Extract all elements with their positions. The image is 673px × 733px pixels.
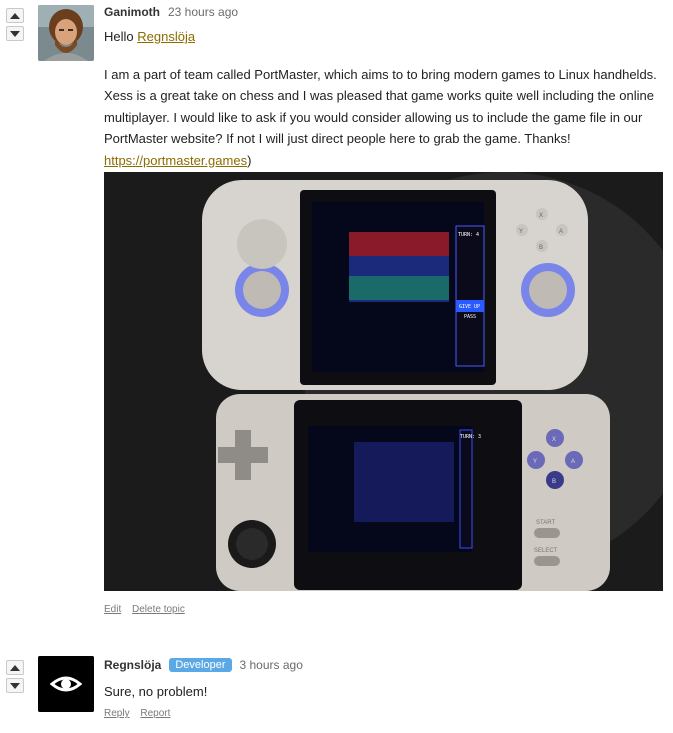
top-button-a: A (559, 229, 563, 235)
mention-link[interactable]: Regnslöja (137, 29, 195, 44)
upvote-button[interactable] (6, 8, 24, 23)
arrow-down-icon (10, 30, 20, 37)
bottom-hud-turn: TURN: 3 (460, 434, 481, 440)
delete-topic-link[interactable]: Delete topic (132, 604, 185, 615)
bottom-select-label: SELECT (534, 548, 558, 554)
bottom-button-a: A (571, 459, 575, 465)
attached-photo[interactable]: TURN: 4 GIVE UP PASS X Y A B TURN: 3 X Y… (104, 172, 663, 591)
arrow-down-icon (10, 682, 20, 689)
greeting: Hello (104, 29, 134, 44)
comment-body: Sure, no problem! (104, 681, 664, 713)
comment-header: Ganimoth 23 hours ago (104, 5, 238, 19)
link-suffix: ) (247, 152, 252, 168)
developer-badge: Developer (169, 658, 232, 672)
top-button-y: Y (519, 229, 523, 235)
comment-text: I am a part of team called PortMaster, w… (104, 66, 657, 147)
arrow-up-icon (10, 12, 20, 19)
comment-text: Sure, no problem! (104, 684, 208, 699)
timestamp[interactable]: 23 hours ago (168, 5, 238, 19)
vote-controls (6, 8, 26, 44)
comment-body: Hello Regnslöja I am a part of team call… (104, 26, 664, 181)
portmaster-link[interactable]: https://portmaster.games (104, 153, 247, 168)
eye-icon (38, 656, 94, 712)
top-hud-giveup: GIVE UP (459, 304, 480, 310)
handheld-devices-photo: TURN: 4 GIVE UP PASS X Y A B TURN: 3 X Y… (104, 172, 663, 591)
timestamp[interactable]: 3 hours ago (240, 658, 303, 672)
top-hud-pass: PASS (464, 314, 476, 320)
downvote-button[interactable] (6, 26, 24, 41)
avatar[interactable] (38, 656, 94, 712)
bottom-button-b: B (552, 479, 556, 485)
reply-link[interactable]: Reply (104, 708, 130, 719)
top-button-b: B (539, 245, 543, 251)
downvote-button[interactable] (6, 678, 24, 693)
upvote-button[interactable] (6, 660, 24, 675)
vote-controls (6, 660, 26, 696)
bottom-button-y: Y (533, 459, 537, 465)
top-button-x: X (539, 213, 543, 219)
arrow-up-icon (10, 664, 20, 671)
report-link[interactable]: Report (140, 708, 170, 719)
comment-actions: Reply Report (104, 708, 178, 719)
bottom-start-label: START (536, 520, 555, 526)
bottom-button-x: X (552, 437, 556, 443)
avatar-portrait (38, 5, 94, 61)
comment-actions: Edit Delete topic (104, 604, 193, 615)
top-hud-turn: TURN: 4 (458, 232, 479, 238)
avatar[interactable] (38, 5, 94, 61)
edit-link[interactable]: Edit (104, 604, 121, 615)
greeting-line: Hello Regnslöja (104, 26, 664, 48)
comment-paragraph: I am a part of team called PortMaster, w… (104, 64, 664, 172)
comment-header: Regnslöja Developer 3 hours ago (104, 658, 303, 672)
author-name[interactable]: Regnslöja (104, 658, 161, 672)
author-name[interactable]: Ganimoth (104, 5, 160, 19)
